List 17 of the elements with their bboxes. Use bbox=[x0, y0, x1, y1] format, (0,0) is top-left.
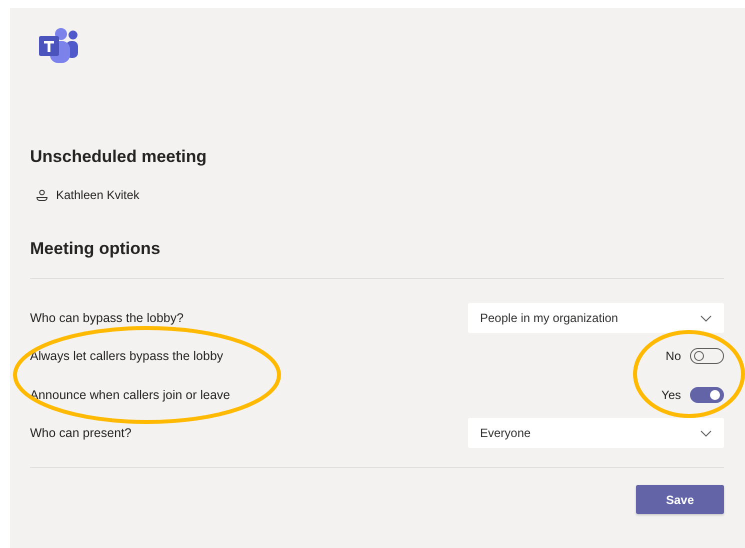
meeting-title: Unscheduled meeting bbox=[30, 146, 208, 168]
toggle-switch[interactable] bbox=[690, 348, 724, 364]
dropdown[interactable]: People in my organization bbox=[468, 303, 724, 333]
toggle-switch[interactable] bbox=[690, 387, 724, 403]
chevron-down-icon bbox=[700, 314, 712, 322]
option-label: Announce when callers join or leave bbox=[30, 388, 230, 402]
section-heading: Meeting options bbox=[30, 238, 162, 260]
chevron-down-icon bbox=[700, 430, 712, 436]
option-label: Always let callers bypass the lobby bbox=[30, 349, 224, 363]
toggle-state-label: Yes bbox=[661, 388, 681, 402]
dropdown[interactable]: Everyone bbox=[468, 418, 724, 448]
organizer-name: Kathleen Kvitek bbox=[56, 188, 140, 202]
save-button[interactable]: Save bbox=[636, 485, 724, 514]
option-label: Who can bypass the lobby? bbox=[30, 311, 184, 325]
option-label: Who can present? bbox=[30, 426, 132, 440]
toggle-state-label: No bbox=[666, 349, 681, 363]
person-icon bbox=[36, 189, 48, 201]
